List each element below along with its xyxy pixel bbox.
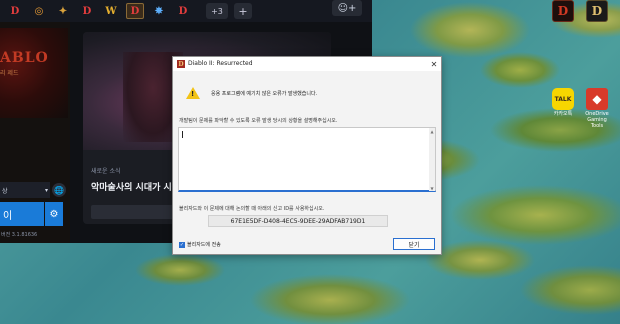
dialog-title: Diablo II: Resurrected <box>188 60 253 67</box>
game-switcher-bar: D ◎ ✦ D W D ✵ D +3 + ☺+ <box>0 0 372 22</box>
description-prompt: 개발팀이 문제를 파악할 수 있도록 오류 발생 당시의 상황을 설명해주십시오… <box>179 118 338 124</box>
dialog-titlebar: D Diablo II: Resurrected ✕ <box>173 57 441 71</box>
chevron-down-icon: ▾ <box>44 186 48 194</box>
warning-exclamation: ! <box>191 90 195 98</box>
desktop-icon-kakaotalk[interactable]: TALK 카카오톡 <box>548 88 578 117</box>
game-tab-overwatch[interactable]: ◎ <box>30 3 48 19</box>
desktop-icon-d2-1[interactable]: D <box>548 0 578 22</box>
checkmark-icon[interactable]: ✓ <box>179 241 185 248</box>
text-caret <box>182 131 183 138</box>
more-games-button[interactable]: +3 <box>206 3 228 19</box>
game-tab-hearthstone[interactable]: ✦ <box>54 3 72 19</box>
game-tab-diablo-ii-resurrected[interactable]: D <box>126 3 144 19</box>
desktop-icon-label: OneDrive Gaming Tools <box>585 111 609 129</box>
game-tab-diablo-immortal[interactable]: D <box>174 3 192 19</box>
game-tab-diablo-iii[interactable]: D <box>78 3 96 19</box>
send-to-blizzard-checkbox[interactable]: ✓ 블리자드에 전송 <box>179 241 221 248</box>
checkbox-label: 블리자드에 전송 <box>187 242 221 248</box>
news-kicker: 새로운 소식 <box>91 168 121 175</box>
scroll-down-icon[interactable]: ▼ <box>429 185 435 191</box>
version-text: 버전 3.1.81636 <box>1 232 38 238</box>
game-side-panel: ABLO 리 제드 상 ▾ 🌐 이 ⚙ 버전 3.1.81636 <box>0 22 70 243</box>
textarea-scrollbar[interactable]: ▲ ▼ <box>429 128 435 191</box>
desktop-icon-gaming-tools[interactable]: ◆ OneDrive Gaming Tools <box>582 88 612 129</box>
game-tab-diablo-iv[interactable]: D <box>6 3 24 19</box>
game-tab-starcraft[interactable]: ✵ <box>150 3 168 19</box>
report-id-field[interactable]: 67E1E5DF-D408-4EC5-9DEE-29ADFAB719D1 <box>208 215 388 227</box>
logo-title: ABLO <box>0 50 49 66</box>
add-friend-button[interactable]: ☺+ <box>332 0 362 16</box>
diablo-icon: D <box>552 0 574 22</box>
gaming-tools-icon: ◆ <box>586 88 608 110</box>
diablo-ii-logo: ABLO 리 제드 <box>0 28 68 118</box>
diablo-app-icon: D <box>177 60 185 68</box>
game-tab-world-of-warcraft[interactable]: W <box>102 3 120 19</box>
close-icon[interactable]: ✕ <box>429 59 439 69</box>
diablo-icon: D <box>586 0 608 22</box>
add-game-button[interactable]: + <box>234 3 252 19</box>
kakaotalk-icon: TALK <box>552 88 574 110</box>
report-id-label: 블리자드와 이 문제에 대해 논의할 때 아래의 신고 ID를 사용하십시오. <box>179 206 325 212</box>
region-row: 상 ▾ 🌐 <box>0 182 66 198</box>
scroll-up-icon[interactable]: ▲ <box>429 128 435 134</box>
region-label: 상 <box>2 187 8 195</box>
logo-subtitle: 리 제드 <box>0 70 19 77</box>
close-button[interactable]: 닫기 <box>393 238 435 250</box>
error-report-dialog: D Diablo II: Resurrected ✕ ! 응용 프로그램에 예기… <box>172 56 442 255</box>
description-textarea[interactable]: ▲ ▼ <box>178 127 436 192</box>
region-select[interactable]: 상 ▾ <box>0 182 50 198</box>
error-message: 응용 프로그램에 예기치 않은 오류가 발생했습니다. <box>211 91 318 97</box>
globe-icon[interactable]: 🌐 <box>52 183 66 197</box>
play-button[interactable]: 이 <box>0 202 44 226</box>
gear-icon[interactable]: ⚙ <box>45 202 63 226</box>
desktop-icon-label: 카카오톡 <box>553 111 573 117</box>
desktop-icon-d2-2[interactable]: D <box>582 0 612 22</box>
